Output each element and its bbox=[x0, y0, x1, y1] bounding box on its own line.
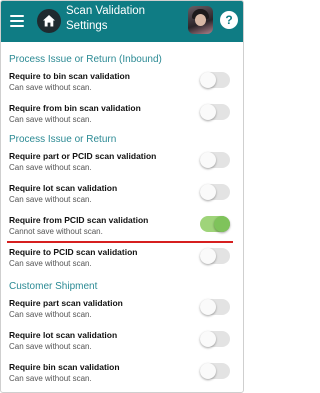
from-pcid-toggle[interactable] bbox=[200, 216, 230, 232]
to-pcid-toggle[interactable] bbox=[200, 248, 230, 264]
from-bin-toggle[interactable] bbox=[200, 104, 230, 120]
setting-label: Require from PCID scan validation bbox=[9, 215, 149, 225]
setting-sublabel: Can save without scan. bbox=[9, 115, 92, 124]
setting-sublabel: Can save without scan. bbox=[9, 195, 92, 204]
setting-row-part-pcid: Require part or PCID scan validation Can… bbox=[1, 150, 243, 182]
setting-label: Require part scan validation bbox=[9, 298, 123, 308]
user-avatar[interactable] bbox=[188, 6, 213, 34]
home-icon bbox=[43, 15, 55, 27]
setting-sublabel: Can save without scan. bbox=[9, 163, 92, 172]
home-button[interactable] bbox=[37, 9, 61, 33]
setting-label: Require to bin scan validation bbox=[9, 71, 130, 81]
setting-sublabel: Cannot save without scan. bbox=[9, 227, 103, 236]
setting-row-ship-lot: Require lot scan validation Can save wit… bbox=[1, 329, 243, 361]
setting-sublabel: Can save without scan. bbox=[9, 374, 92, 383]
setting-sublabel: Can save without scan. bbox=[9, 310, 92, 319]
setting-row-from-bin: Require from bin scan validation Can sav… bbox=[1, 102, 243, 134]
setting-row-part: Require part scan validation Can save wi… bbox=[1, 297, 243, 329]
setting-label: Require lot scan validation bbox=[9, 183, 118, 193]
setting-label: Require lot scan validation bbox=[9, 330, 118, 340]
part-toggle[interactable] bbox=[200, 299, 230, 315]
setting-label: Require from bin scan validation bbox=[9, 103, 141, 113]
help-button[interactable]: ? bbox=[220, 11, 238, 29]
setting-row-lot: Require lot scan validation Can save wit… bbox=[1, 182, 243, 214]
ship-lot-toggle[interactable] bbox=[200, 331, 230, 347]
setting-row-bin: Require bin scan validation Can save wit… bbox=[1, 361, 243, 392]
lot-toggle[interactable] bbox=[200, 184, 230, 200]
section-title-shipment: Customer Shipment bbox=[9, 281, 98, 292]
section-title-inbound: Process Issue or Return (Inbound) bbox=[9, 54, 162, 65]
section-title-process: Process Issue or Return bbox=[9, 134, 117, 145]
highlight-underline bbox=[7, 241, 233, 243]
setting-sublabel: Can save without scan. bbox=[9, 342, 92, 351]
part-pcid-toggle[interactable] bbox=[200, 152, 230, 168]
setting-label: Require bin scan validation bbox=[9, 362, 120, 372]
setting-label: Require to PCID scan validation bbox=[9, 247, 138, 257]
setting-sublabel: Can save without scan. bbox=[9, 83, 92, 92]
setting-row-to-pcid: Require to PCID scan validation Can save… bbox=[1, 246, 243, 278]
page-title: Scan Validation Settings bbox=[66, 5, 146, 32]
bin-toggle[interactable] bbox=[200, 363, 230, 379]
app-header: Scan Validation Settings ? bbox=[1, 1, 243, 42]
setting-sublabel: Can save without scan. bbox=[9, 259, 92, 268]
to-bin-toggle[interactable] bbox=[200, 72, 230, 88]
hamburger-menu-icon[interactable] bbox=[10, 15, 24, 27]
setting-row-to-bin: Require to bin scan validation Can save … bbox=[1, 70, 243, 102]
app-frame: Scan Validation Settings ? Process Issue… bbox=[0, 0, 244, 393]
setting-label: Require part or PCID scan validation bbox=[9, 151, 157, 161]
